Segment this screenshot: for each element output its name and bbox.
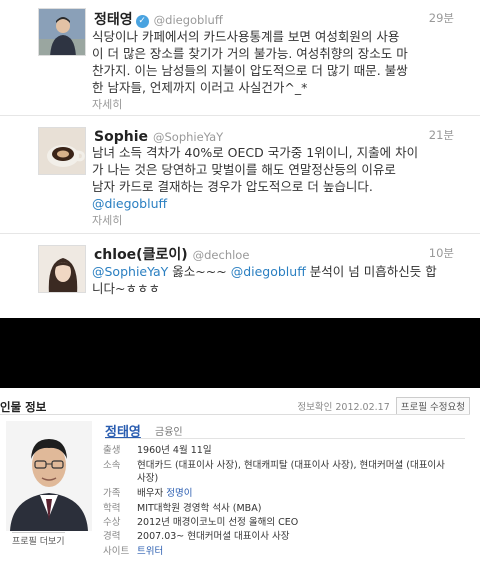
- tweet-timestamp[interactable]: 29분: [429, 10, 454, 26]
- twitter-link[interactable]: 트위터: [137, 546, 163, 557]
- tweet-list: 정태영 ✓ @diegobluff 29분 식당이나 카페에서의 카드사용통계를 보…: [0, 0, 480, 318]
- profile-more-link[interactable]: 프로필 더보기: [12, 532, 65, 547]
- divider: [0, 414, 470, 415]
- tweet-timestamp[interactable]: 10분: [429, 245, 454, 261]
- tweet-timestamp[interactable]: 21분: [429, 127, 454, 143]
- tweet-author-handle[interactable]: @diegobluff: [154, 13, 223, 27]
- verified-icon: ✓: [135, 15, 149, 28]
- mention-link[interactable]: @diegobluff: [92, 195, 456, 212]
- mention-link[interactable]: @SophieYaY: [92, 264, 168, 279]
- profile-meta: 정보확인 2012.02.17 프로필 수정요청: [297, 397, 470, 415]
- tweet-text: @SophieYaY 옳소~~~ @diegobluff 분석이 넘 미흡하신듯…: [92, 264, 437, 296]
- avatar-chloe[interactable]: [38, 245, 86, 293]
- mention-link[interactable]: @diegobluff: [231, 264, 306, 279]
- info-confirm-label: 정보확인: [297, 402, 333, 413]
- info-row-affiliation: 소속 현대카드 (대표이사 사장), 현대캐피탈 (대표이사 사장), 현대커머…: [103, 460, 445, 484]
- tweet-3[interactable]: chloe(클로이) @dechloe 10분 @SophieYaY 옳소~~~ …: [0, 234, 480, 318]
- tweet-1[interactable]: 정태영 ✓ @diegobluff 29분 식당이나 카페에서의 카드사용통계를 보…: [0, 0, 480, 116]
- tweet-text: 식당이나 카페에서의 카드사용통계를 보면 여성회원의 사용 이 더 많은 장소…: [92, 29, 408, 95]
- details-link[interactable]: 자세히: [92, 96, 122, 112]
- tweet-author-name[interactable]: chloe(클로이): [94, 247, 188, 263]
- section-title: 인물 정보: [0, 400, 47, 414]
- tweet-author-name[interactable]: Sophie: [94, 129, 148, 145]
- tweet-author-handle[interactable]: @SophieYaY: [153, 130, 223, 144]
- tweet-author-handle[interactable]: @dechloe: [193, 248, 250, 262]
- profile-photo[interactable]: [6, 421, 92, 531]
- person-info-panel: 인물 정보 정보확인 2012.02.17 프로필 수정요청 프로필 더보기 정…: [0, 388, 480, 569]
- avatar-sophie[interactable]: [38, 127, 86, 175]
- details-link[interactable]: 자세히: [92, 212, 122, 228]
- info-date: 2012.02.17: [335, 402, 390, 413]
- divider: [105, 438, 465, 439]
- tweet-2[interactable]: Sophie @SophieYaY 21분 남녀 소득 격차가 40%로 OECD…: [0, 116, 480, 234]
- profile-edit-request-button[interactable]: 프로필 수정요청: [395, 397, 470, 415]
- spouse-link[interactable]: 정명이: [166, 488, 192, 499]
- black-separator-band: [0, 318, 480, 388]
- tweet-text: 남녀 소득 격차가 40%로 OECD 국가중 1위이니, 지출에 차이 가 나…: [92, 144, 456, 212]
- avatar-taeyoung[interactable]: [38, 8, 86, 56]
- tweet-author-name[interactable]: 정태영: [94, 12, 133, 28]
- person-occupation: 금융인: [155, 427, 183, 438]
